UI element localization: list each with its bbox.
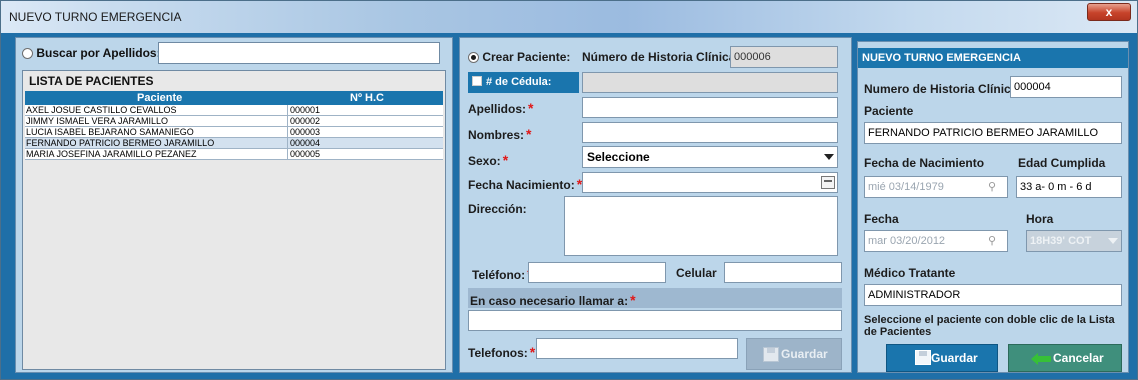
close-icon: x bbox=[1105, 5, 1113, 19]
medico-label: Médico Tratante bbox=[864, 266, 956, 280]
patient-name: JIMMY ISMAEL VERA JARAMILLO bbox=[26, 116, 169, 126]
guardar-turno-label: Guardar bbox=[931, 351, 978, 365]
celular-field[interactable] bbox=[724, 262, 842, 283]
sexo-select[interactable]: Seleccione bbox=[582, 146, 838, 168]
patient-hc: 000002 bbox=[287, 116, 320, 127]
telefono-label: Teléfono:* bbox=[472, 266, 533, 282]
search-label: Buscar por Apellidos: bbox=[36, 46, 161, 60]
fecha-nacimiento-label: Fecha Nacimiento: * bbox=[468, 176, 583, 192]
checkbox-icon[interactable] bbox=[472, 76, 482, 86]
patient-name: MARIA JOSEFINA JARAMILLO PEZANEZ bbox=[26, 149, 197, 159]
patient-hc: 000005 bbox=[287, 149, 320, 160]
turno-hc-field[interactable]: 000004 bbox=[1010, 76, 1122, 98]
save-icon bbox=[763, 347, 779, 362]
patient-hc: 000004 bbox=[287, 138, 320, 149]
hora-value: 18H39' COT bbox=[1030, 235, 1092, 247]
telefonos-label: Telefonos: * bbox=[468, 344, 536, 360]
guardar-turno-button[interactable]: Guardar bbox=[886, 344, 998, 372]
celular-label: Celular bbox=[676, 266, 717, 280]
patient-rows: AXEL JOSUE CASTILLO CEVALLOS 000001 JIMMY… bbox=[25, 105, 443, 160]
sexo-label: Sexo: * bbox=[468, 152, 509, 168]
create-patient-panel: Crear Paciente: Número de Historia Clíni… bbox=[459, 37, 852, 373]
save-icon bbox=[915, 350, 931, 365]
back-arrow-icon bbox=[1031, 353, 1051, 365]
patient-name: LUCIA ISABEL BEJARANO SAMANIEGO bbox=[26, 127, 194, 137]
direccion-label: Dirección: bbox=[468, 202, 527, 216]
edad-label: Edad Cumplida bbox=[1018, 156, 1106, 170]
cedula-field[interactable] bbox=[582, 72, 838, 93]
patient-hc: 000001 bbox=[287, 105, 320, 116]
cancelar-label: Cancelar bbox=[1053, 351, 1104, 365]
direccion-field[interactable] bbox=[564, 196, 838, 256]
search-by-surname-radio[interactable]: Buscar por Apellidos: bbox=[22, 46, 161, 60]
edad-field[interactable]: 33 a- 0 m - 6 d bbox=[1016, 176, 1122, 198]
radio-icon[interactable] bbox=[22, 48, 33, 60]
hora-label: Hora bbox=[1026, 212, 1054, 226]
search-input[interactable] bbox=[158, 42, 440, 64]
radio-icon[interactable] bbox=[468, 52, 479, 64]
create-patient-label: Crear Paciente: bbox=[482, 50, 571, 64]
patient-list: LISTA DE PACIENTES Paciente Nº H.C AXEL … bbox=[22, 70, 446, 370]
column-header-paciente[interactable]: Paciente bbox=[137, 91, 182, 105]
app-window: NUEVO TURNO EMERGENCIA x Buscar por Apel… bbox=[0, 0, 1138, 380]
turno-hc-label: Numero de Historia Clínica: bbox=[864, 82, 1022, 96]
telefono-field[interactable] bbox=[528, 262, 666, 283]
close-button[interactable]: x bbox=[1087, 3, 1131, 21]
cedula-label: # de Cédula: bbox=[486, 76, 552, 88]
pin-icon[interactable]: ⚲ bbox=[985, 233, 999, 249]
guardar-patient-button[interactable]: Guardar bbox=[746, 338, 842, 370]
nombres-field[interactable] bbox=[582, 122, 838, 143]
fecha-nac-value: mié 03/14/1979 bbox=[868, 181, 944, 193]
turno-header: NUEVO TURNO EMERGENCIA bbox=[858, 48, 1128, 68]
paciente-field[interactable]: FERNANDO PATRICIO BERMEO JARAMILLO bbox=[864, 122, 1122, 144]
patient-name: AXEL JOSUE CASTILLO CEVALLOS bbox=[26, 105, 177, 115]
hc-field[interactable]: 000006 bbox=[730, 46, 838, 68]
nombres-label: Nombres: * bbox=[468, 126, 532, 142]
patient-list-title: LISTA DE PACIENTES bbox=[29, 74, 154, 88]
telefonos-field[interactable] bbox=[536, 338, 738, 359]
apellidos-label: Apellidos: * bbox=[468, 100, 534, 116]
patient-hc: 000003 bbox=[287, 127, 320, 138]
emergencia-label: En caso necesario llamar a: * bbox=[470, 292, 636, 308]
window-title: NUEVO TURNO EMERGENCIA bbox=[9, 10, 182, 24]
fecha-field[interactable]: mar 03/20/2012 ⚲ bbox=[864, 230, 1008, 252]
sexo-value: Seleccione bbox=[587, 150, 650, 164]
table-row[interactable]: LUCIA ISABEL BEJARANO SAMANIEGO 000003 bbox=[25, 127, 443, 138]
fecha-nac-field[interactable]: mié 03/14/1979 ⚲ bbox=[864, 176, 1008, 198]
selection-hint: Seleccione el paciente con doble clic de… bbox=[864, 314, 1115, 338]
table-row-selected[interactable]: FERNANDO PATRICIO BERMEO JARAMILLO 000004 bbox=[25, 138, 443, 149]
hc-label: Número de Historia Clínica: bbox=[582, 50, 740, 64]
cedula-checkbox[interactable]: # de Cédula: bbox=[468, 72, 579, 93]
search-row: Buscar por Apellidos: bbox=[22, 42, 450, 64]
table-row[interactable]: AXEL JOSUE CASTILLO CEVALLOS 000001 bbox=[25, 105, 443, 116]
guardar-patient-label: Guardar bbox=[781, 347, 828, 361]
pin-icon[interactable]: ⚲ bbox=[985, 179, 999, 195]
emergencia-field[interactable] bbox=[468, 310, 842, 331]
create-patient-radio[interactable]: Crear Paciente: bbox=[468, 50, 570, 64]
dropdown-arrow-icon[interactable] bbox=[824, 154, 834, 160]
fecha-nacimiento-field[interactable] bbox=[582, 172, 838, 193]
hora-select[interactable]: 18H39' COT bbox=[1026, 230, 1122, 252]
paciente-label: Paciente bbox=[864, 104, 914, 118]
dropdown-arrow-icon[interactable] bbox=[1108, 238, 1118, 244]
turno-panel: NUEVO TURNO EMERGENCIA Numero de Histori… bbox=[857, 41, 1129, 373]
cancelar-button[interactable]: Cancelar bbox=[1008, 344, 1122, 372]
table-row[interactable]: JIMMY ISMAEL VERA JARAMILLO 000002 bbox=[25, 116, 443, 127]
apellidos-field[interactable] bbox=[582, 97, 838, 118]
fecha-value: mar 03/20/2012 bbox=[868, 235, 946, 247]
column-header-hc[interactable]: Nº H.C bbox=[350, 91, 384, 105]
title-bar: NUEVO TURNO EMERGENCIA x bbox=[1, 1, 1137, 33]
patient-name: FERNANDO PATRICIO BERMEO JARAMILLO bbox=[26, 138, 215, 148]
fecha-label: Fecha bbox=[864, 212, 899, 226]
table-row[interactable]: MARIA JOSEFINA JARAMILLO PEZANEZ 000005 bbox=[25, 149, 443, 160]
patient-search-panel: Buscar por Apellidos: LISTA DE PACIENTES… bbox=[15, 37, 453, 373]
patient-list-header: Paciente Nº H.C bbox=[25, 91, 443, 105]
medico-field[interactable]: ADMINISTRADOR bbox=[864, 284, 1122, 306]
fecha-nac-label: Fecha de Nacimiento bbox=[864, 156, 985, 170]
calendar-icon[interactable] bbox=[821, 176, 835, 189]
